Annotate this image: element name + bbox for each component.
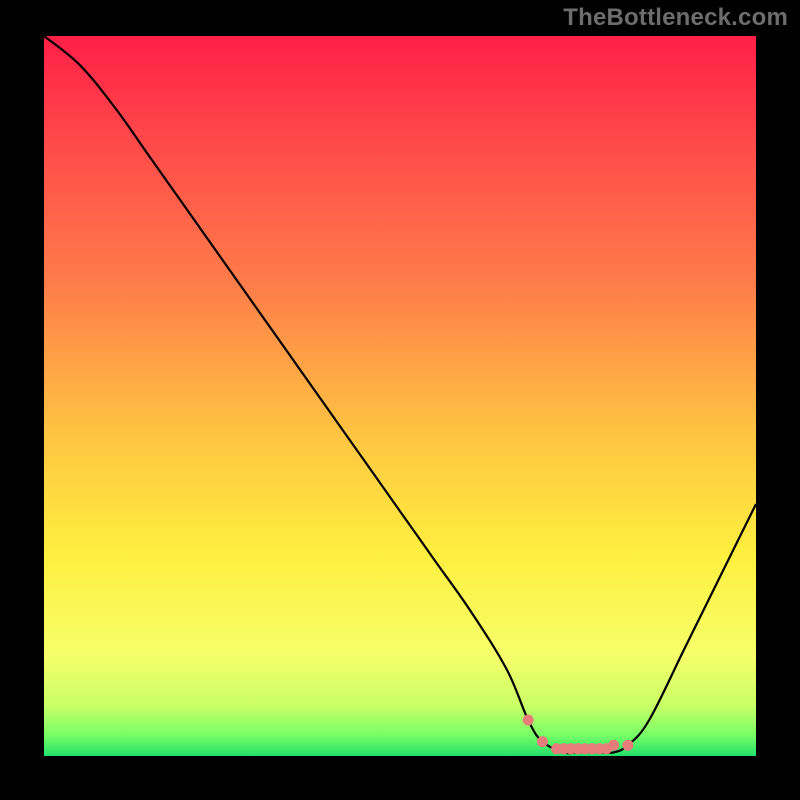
watermark-label: TheBottleneck.com [563, 4, 788, 32]
plot-background [44, 36, 756, 756]
bottleneck-chart [0, 0, 800, 800]
highlight-dot [537, 736, 548, 747]
highlight-dot [523, 715, 534, 726]
chart-frame: TheBottleneck.com [0, 0, 800, 800]
highlight-dot [622, 740, 633, 751]
highlight-dot [608, 740, 619, 751]
